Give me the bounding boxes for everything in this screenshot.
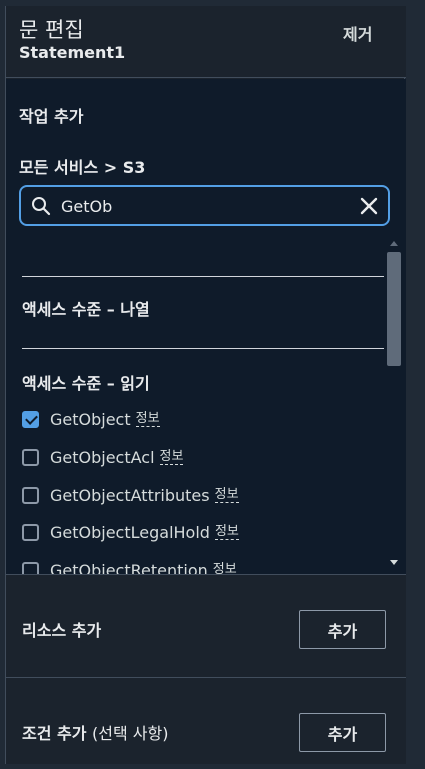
- edit-statement-panel: 문 편집 Statement1 제거 작업 추가 모든 서비스 > S3 액세스…: [5, 6, 406, 764]
- info-link[interactable]: 정보: [159, 449, 184, 465]
- checkbox[interactable]: [22, 561, 39, 574]
- action-label: GetObjectAttributes: [50, 485, 210, 505]
- panel-header: 문 편집 Statement1 제거: [6, 6, 406, 78]
- group-title-list: 액세스 수준 – 나열: [22, 300, 150, 319]
- scrollbar-thumb[interactable]: [387, 252, 401, 366]
- divider: [22, 348, 384, 349]
- info-link[interactable]: 정보: [214, 487, 239, 503]
- scroll-up-arrow-icon[interactable]: [390, 241, 398, 246]
- action-list: 액세스 수준 – 나열 액세스 수준 – 읽기 GetObject 정보 Get…: [6, 234, 406, 574]
- add-condition-label: 조건 추가 (선택 사항): [22, 720, 168, 744]
- panel-title: 문 편집: [19, 18, 84, 42]
- list-item[interactable]: GetObjectAttributes 정보: [22, 483, 239, 507]
- add-condition-title: 조건 추가: [22, 724, 87, 743]
- action-label: GetObjectAcl: [50, 447, 155, 467]
- checkbox[interactable]: [22, 486, 39, 504]
- scrollbar[interactable]: [386, 234, 402, 574]
- remove-button[interactable]: 제거: [343, 21, 372, 45]
- action-label: GetObject: [50, 409, 131, 429]
- info-link[interactable]: 정보: [135, 411, 160, 427]
- info-link[interactable]: 정보: [214, 524, 239, 540]
- list-item[interactable]: GetObjectLegalHold 정보: [22, 520, 239, 544]
- add-actions-section: 작업 추가 모든 서비스 > S3: [6, 79, 406, 234]
- add-resource-section: 리소스 추가 추가: [6, 574, 406, 678]
- add-actions-title: 작업 추가: [19, 107, 84, 126]
- divider: [22, 276, 384, 277]
- checkbox[interactable]: [22, 523, 39, 541]
- search-icon: [32, 197, 51, 216]
- action-search-input[interactable]: [61, 195, 351, 217]
- add-condition-section: 조건 추가 (선택 사항) 추가: [6, 678, 406, 764]
- list-item[interactable]: GetObjectAcl 정보: [22, 445, 184, 469]
- checkbox-checked[interactable]: [22, 410, 39, 428]
- service-breadcrumb[interactable]: 모든 서비스 > S3: [19, 154, 145, 178]
- info-link[interactable]: 정보: [213, 562, 237, 574]
- group-title-read: 액세스 수준 – 읽기: [22, 374, 150, 393]
- list-item[interactable]: GetObjectRetention 정보: [22, 558, 237, 574]
- action-search-box: [19, 185, 390, 226]
- action-label: GetObjectLegalHold: [50, 522, 210, 542]
- add-condition-button[interactable]: 추가: [299, 713, 386, 752]
- checkbox[interactable]: [22, 448, 39, 466]
- statement-name: Statement1: [19, 43, 126, 62]
- add-resource-button[interactable]: 추가: [299, 610, 386, 649]
- close-icon[interactable]: [360, 197, 378, 215]
- optional-label: (선택 사항): [92, 724, 169, 743]
- add-resource-label: 리소스 추가: [22, 621, 102, 640]
- action-label: GetObjectRetention: [50, 560, 208, 575]
- scroll-down-arrow-icon[interactable]: [390, 560, 398, 565]
- list-item[interactable]: GetObject 정보: [22, 407, 160, 431]
